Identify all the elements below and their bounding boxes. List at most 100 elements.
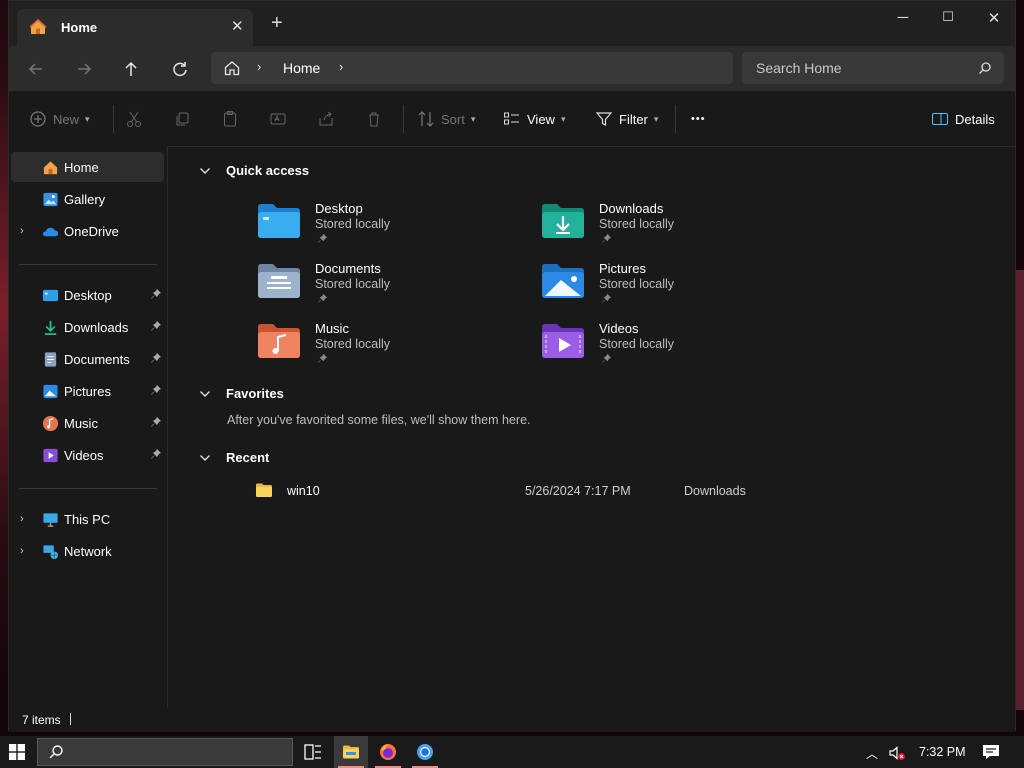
quick-access-item[interactable]: Downloads Stored locally bbox=[541, 201, 801, 257]
quick-access-item[interactable]: Videos Stored locally bbox=[541, 321, 801, 377]
copy-button[interactable] bbox=[173, 109, 191, 129]
share-button[interactable] bbox=[317, 109, 335, 129]
command-bar: New ▾ Sort ▾ View ▾ Filter ▾ ••• Details bbox=[9, 91, 1015, 147]
search-box[interactable] bbox=[742, 52, 1004, 84]
notifications-icon[interactable] bbox=[982, 744, 1000, 763]
pin-icon[interactable] bbox=[150, 448, 162, 460]
maximize-button[interactable]: ☐ bbox=[925, 9, 971, 29]
search-input[interactable] bbox=[742, 52, 962, 84]
chevron-down-icon[interactable] bbox=[198, 387, 212, 401]
breadcrumb-home[interactable]: Home bbox=[283, 60, 320, 76]
chevron-down-icon[interactable] bbox=[198, 164, 212, 178]
chat-bubble-icon bbox=[983, 745, 999, 759]
details-pane-icon bbox=[932, 113, 948, 125]
quick-access-item[interactable]: Documents Stored locally bbox=[257, 261, 517, 317]
sort-button[interactable]: Sort ▾ bbox=[417, 109, 475, 129]
pin-icon[interactable] bbox=[150, 416, 162, 428]
details-pane-button[interactable]: Details bbox=[931, 109, 995, 129]
section-title: Favorites bbox=[226, 386, 284, 401]
tab-home[interactable]: Home ✕ bbox=[17, 9, 253, 46]
close-button[interactable]: ✕ bbox=[971, 9, 1017, 29]
pin-icon bbox=[317, 233, 328, 244]
chevron-down-icon: ▾ bbox=[653, 113, 659, 124]
plus-circle-icon bbox=[30, 111, 46, 127]
view-button[interactable]: View ▾ bbox=[503, 109, 565, 129]
chevron-right-icon[interactable]: › bbox=[339, 59, 343, 74]
address-bar[interactable]: › Home › bbox=[211, 52, 733, 84]
quick-access-item[interactable]: Music Stored locally bbox=[257, 321, 517, 377]
sidebar-item-music[interactable]: Music bbox=[11, 408, 164, 438]
sidebar-item-this-pc[interactable]: › This PC bbox=[11, 504, 164, 534]
network-icon bbox=[43, 545, 59, 560]
volume-muted-icon[interactable] bbox=[888, 745, 906, 764]
taskbar-app-firefox[interactable] bbox=[371, 736, 405, 768]
filter-label: Filter bbox=[619, 111, 648, 127]
sidebar-item-onedrive[interactable]: › OneDrive bbox=[11, 216, 164, 246]
sidebar-item-network[interactable]: › Network bbox=[11, 536, 164, 566]
navigation-bar: › Home › bbox=[9, 46, 1015, 91]
view-label: View bbox=[527, 111, 555, 127]
refresh-icon[interactable] bbox=[169, 58, 191, 80]
recent-header[interactable]: Recent bbox=[198, 450, 269, 465]
pin-icon[interactable] bbox=[150, 288, 162, 300]
item-count: 7 items bbox=[22, 713, 61, 727]
minimize-button[interactable]: ─ bbox=[880, 9, 926, 29]
favorites-empty-message: After you've favorited some files, we'll… bbox=[227, 413, 531, 427]
chevron-right-icon[interactable]: › bbox=[20, 545, 24, 557]
show-hidden-icons-chevron-icon[interactable]: ︿ bbox=[866, 745, 878, 762]
section-title: Quick access bbox=[226, 163, 310, 178]
pin-icon bbox=[601, 353, 612, 364]
chevron-right-icon[interactable]: › bbox=[20, 225, 24, 237]
sidebar-item-desktop[interactable]: Desktop bbox=[11, 280, 164, 310]
pin-icon[interactable] bbox=[150, 352, 162, 364]
this-pc-icon bbox=[43, 513, 58, 527]
task-view-button[interactable] bbox=[296, 736, 330, 768]
forward-arrow-icon[interactable] bbox=[73, 58, 95, 80]
sidebar-item-home[interactable]: Home bbox=[11, 152, 164, 182]
pin-icon[interactable] bbox=[150, 320, 162, 332]
cut-button[interactable] bbox=[125, 109, 143, 129]
more-options-button[interactable]: ••• bbox=[691, 109, 706, 129]
home-outline-icon[interactable] bbox=[223, 59, 241, 77]
sidebar-item-downloads[interactable]: Downloads bbox=[11, 312, 164, 342]
quick-access-header[interactable]: Quick access bbox=[198, 163, 309, 178]
pictures-icon bbox=[43, 384, 58, 399]
chevron-right-icon[interactable]: › bbox=[257, 59, 261, 74]
pin-icon[interactable] bbox=[150, 384, 162, 396]
chevron-down-icon: ▾ bbox=[470, 113, 476, 124]
chevron-down-icon[interactable] bbox=[198, 451, 212, 465]
search-icon bbox=[49, 745, 63, 759]
music-icon bbox=[42, 415, 59, 432]
quick-access-item[interactable]: Desktop Stored locally bbox=[257, 201, 517, 257]
windows-start-icon[interactable] bbox=[9, 744, 25, 760]
rename-button[interactable] bbox=[269, 109, 287, 129]
sidebar-item-pictures[interactable]: Pictures bbox=[11, 376, 164, 406]
favorites-header[interactable]: Favorites bbox=[198, 386, 284, 401]
delete-button[interactable] bbox=[365, 109, 383, 129]
taskbar-clock[interactable]: 7:32 PM bbox=[919, 745, 966, 759]
table-row[interactable]: win10 5/26/2024 7:17 PM Downloads bbox=[227, 480, 947, 502]
downloads-icon bbox=[44, 320, 57, 335]
up-arrow-icon[interactable] bbox=[120, 58, 142, 80]
clipboard-icon bbox=[224, 111, 236, 127]
new-button[interactable]: New ▾ bbox=[29, 109, 90, 129]
sidebar-item-gallery[interactable]: Gallery bbox=[11, 184, 164, 214]
filter-button[interactable]: Filter ▾ bbox=[595, 109, 658, 129]
volume-icon bbox=[889, 746, 905, 760]
new-tab-button[interactable]: + bbox=[271, 13, 283, 33]
file-explorer-window: Home ✕ + ─ ☐ ✕ › Home › Search Home New … bbox=[8, 0, 1017, 732]
taskbar-search-box[interactable] bbox=[37, 738, 293, 766]
tab-close-icon[interactable]: ✕ bbox=[231, 17, 244, 35]
sidebar-item-videos[interactable]: Videos bbox=[11, 440, 164, 470]
videos-folder-icon bbox=[542, 324, 584, 358]
back-arrow-icon[interactable] bbox=[25, 58, 47, 80]
quick-access-item[interactable]: Pictures Stored locally bbox=[541, 261, 801, 317]
pin-icon bbox=[601, 293, 612, 304]
sidebar-item-documents[interactable]: Documents bbox=[11, 344, 164, 374]
taskbar-app-file-explorer[interactable] bbox=[334, 736, 368, 768]
taskbar-app-chrome[interactable] bbox=[408, 736, 442, 768]
navigation-pane: Home Gallery › OneDrive Desktop Download… bbox=[9, 146, 168, 708]
status-bar: 7 items bbox=[9, 708, 1015, 732]
chevron-right-icon[interactable]: › bbox=[20, 513, 24, 525]
paste-button[interactable] bbox=[221, 109, 239, 129]
